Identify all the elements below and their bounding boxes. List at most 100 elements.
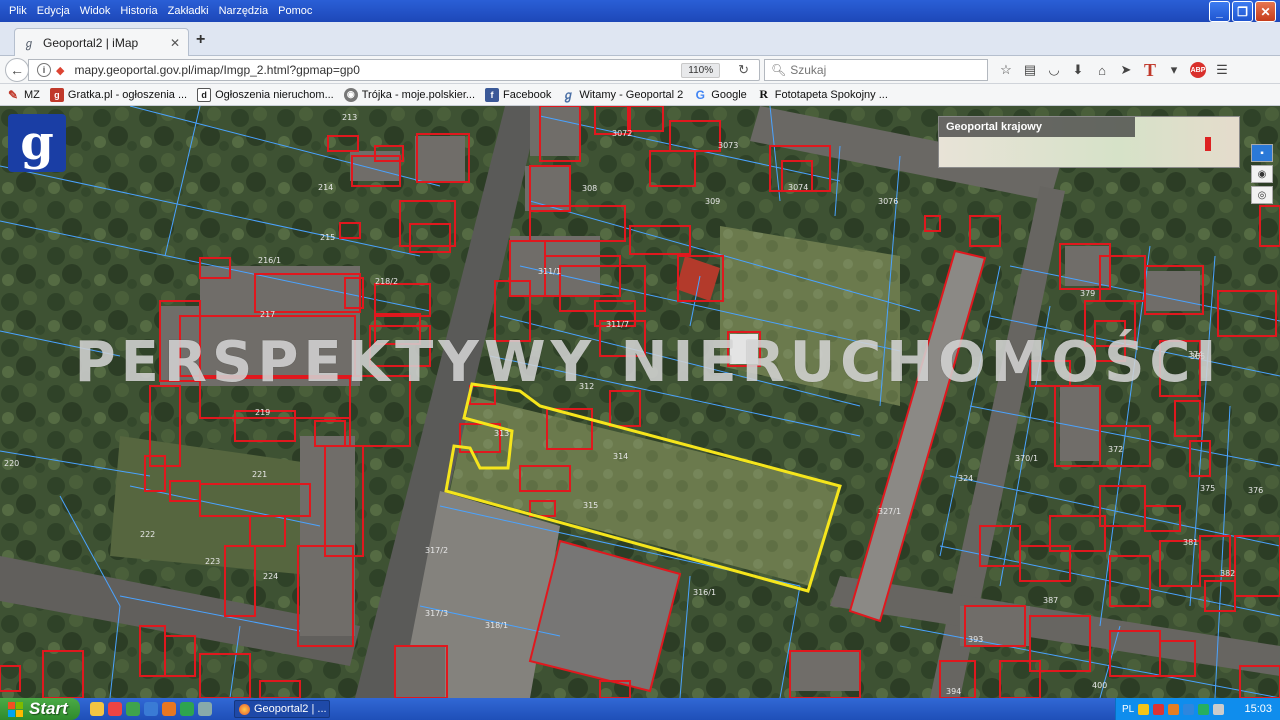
parcel-number-label: 220 (4, 459, 19, 468)
parcel-number-label: 221 (252, 470, 267, 479)
zoom-indicator[interactable]: 110% (681, 62, 721, 78)
new-tab-button[interactable]: + (196, 31, 205, 49)
menu-bookmarks[interactable]: Zakładki (163, 5, 214, 17)
folder-icon[interactable] (144, 702, 158, 716)
t-extension-icon[interactable]: T (1138, 60, 1162, 80)
menu-help[interactable]: Pomoc (273, 5, 317, 17)
tab-close-icon[interactable]: ✕ (170, 36, 180, 50)
parcel-number-label: 223 (205, 557, 220, 566)
visibility-icon[interactable]: ◎ (1251, 186, 1273, 204)
r-icon: R (759, 87, 769, 101)
search-bar: 🔍︎ (764, 59, 988, 81)
layer-toggle-icon[interactable]: ▪ (1251, 144, 1273, 162)
tracking-shield-icon[interactable]: ◆ (56, 64, 64, 77)
aerial-map[interactable]: 213 214 215 216/1 217 218/2 219 220 221 222 223 224… (0, 106, 1280, 698)
parcel-number-label: 372 (1108, 445, 1123, 454)
volume-icon[interactable] (1153, 703, 1165, 715)
parcel-number-label: 213 (342, 113, 357, 122)
menu-view[interactable]: Widok (75, 5, 116, 17)
security-icon[interactable] (1183, 703, 1195, 715)
parcel-number-label: 222 (140, 530, 155, 539)
reading-list-icon[interactable]: ▤ (1018, 60, 1042, 80)
dropdown-icon[interactable]: ▾ (1162, 60, 1186, 80)
parcel-number-label: 219 (255, 408, 270, 417)
minimize-button[interactable]: _ (1209, 1, 1230, 22)
parcel-number-label: 315 (583, 501, 598, 510)
send-icon[interactable]: ➤ (1114, 60, 1138, 80)
pocket-icon[interactable]: ◡ (1042, 60, 1066, 80)
parcel-number-label: 308 (582, 184, 597, 193)
parcel-number-label: 393 (968, 635, 983, 644)
geoportal-icon: ℊ (562, 88, 575, 102)
parcel-number-label: 313 (494, 429, 509, 438)
parcel-number-label: 317/3 (425, 609, 448, 618)
bookmark-label: Trójka - moje.polskier... (361, 88, 476, 101)
chrome-icon[interactable] (180, 702, 194, 716)
network-icon[interactable] (198, 702, 212, 716)
geoportal-favicon-icon: ℊ (23, 37, 35, 50)
menu-history[interactable]: Historia (115, 5, 162, 17)
menu-bar: Plik Edycja Widok Historia Zakładki Narz… (0, 0, 1280, 22)
watermark-text: PERSPEKTYWY NIERUCHOMOŚCI (74, 330, 1222, 395)
parcel-number-label: 394 (946, 687, 961, 696)
parcel-number-label: 382 (1220, 569, 1235, 578)
parcel-number-label: 316/1 (693, 588, 716, 597)
map-viewport[interactable]: 213 214 215 216/1 217 218/2 219 220 221 222 223 224… (0, 106, 1280, 698)
hamburger-menu-icon[interactable]: ☰ (1210, 60, 1234, 80)
bookmark-geoportal[interactable]: ℊ Witamy - Geoportal 2 (561, 88, 683, 102)
quick-launch (90, 702, 212, 716)
radio-icon: ◉ (343, 87, 358, 102)
maximize-button[interactable]: ❐ (1232, 1, 1253, 22)
url-bar[interactable]: i ◆ mapy.geoportal.gov.pl/imap/Imgp_2.ht… (28, 59, 760, 81)
bookmark-label: Gratka.pl - ogłoszenia ... (67, 88, 188, 101)
geoportal-logo[interactable]: g (8, 114, 66, 172)
start-button[interactable]: Start (0, 698, 80, 720)
reload-icon[interactable]: ↻ (738, 62, 749, 78)
tab-strip: ℊ Geoportal2 | iMap ✕ + (0, 22, 1280, 56)
speaker-icon[interactable] (1213, 703, 1225, 715)
firefox-icon (239, 703, 250, 715)
bookmark-star-icon[interactable]: ☆ (994, 60, 1018, 80)
menu-edit[interactable]: Edycja (32, 5, 75, 17)
bookmark-ogloszenia[interactable]: d Ogłoszenia nieruchom... (197, 87, 334, 102)
toolbar-icons: ☆ ▤ ◡ ⬇ ⌂ ➤ T ▾ ABP ☰ (994, 60, 1234, 80)
close-button[interactable]: ✕ (1255, 1, 1276, 22)
bookmark-fototapeta[interactable]: R Fototapeta Spokojny ... (757, 87, 887, 102)
tab-geoportal[interactable]: ℊ Geoportal2 | iMap ✕ (14, 28, 189, 56)
firefox-icon[interactable] (162, 702, 176, 716)
clock: 15:03 (1244, 703, 1272, 715)
bookmark-facebook[interactable]: f Facebook (485, 87, 551, 102)
update-icon[interactable] (1138, 703, 1150, 715)
parcel-number-label: 375 (1200, 484, 1215, 493)
bookmark-mz[interactable]: ✎ MZ (6, 88, 40, 102)
bookmark-gratka[interactable]: g Gratka.pl - ogłoszenia ... (49, 87, 188, 102)
browser-icon[interactable] (126, 702, 140, 716)
overview-map[interactable]: Geoportal krajowy (938, 116, 1240, 168)
language-indicator[interactable]: PL (1122, 704, 1134, 715)
bookmark-google[interactable]: G Google (693, 88, 747, 102)
parcel-number-label: 379 (1080, 289, 1095, 298)
network-tray-icon[interactable] (1198, 703, 1210, 715)
media-player-icon[interactable] (108, 702, 122, 716)
parcel-number-label: 309 (705, 197, 720, 206)
taskbar-window-label: Geoportal2 | ... (254, 703, 327, 715)
parcel-number-label: 3072 (612, 129, 632, 138)
menu-tools[interactable]: Narzędzia (214, 5, 274, 17)
search-input[interactable] (790, 63, 981, 77)
location-pin-icon (1205, 137, 1211, 151)
antivirus-icon[interactable] (1168, 703, 1180, 715)
tab-title: Geoportal2 | iMap (43, 35, 139, 50)
url-text[interactable]: mapy.geoportal.gov.pl/imap/Imgp_2.html?g… (74, 63, 681, 77)
home-icon[interactable]: ⌂ (1090, 60, 1114, 80)
taskbar-window-firefox[interactable]: Geoportal2 | ... (234, 700, 330, 718)
menu-file[interactable]: Plik (4, 5, 32, 17)
parcel-number-label: 224 (263, 572, 278, 581)
info-icon[interactable]: i (37, 63, 51, 77)
bookmark-trojka[interactable]: ◉ Trójka - moje.polskier... (343, 87, 476, 102)
downloads-icon[interactable]: ⬇ (1066, 60, 1090, 80)
explorer-icon[interactable] (90, 702, 104, 716)
eye-icon[interactable]: ◉ (1251, 165, 1273, 183)
adblock-icon[interactable]: ABP (1186, 60, 1210, 80)
parcel-number-label: 3076 (878, 197, 898, 206)
back-button[interactable]: ← (5, 58, 29, 82)
